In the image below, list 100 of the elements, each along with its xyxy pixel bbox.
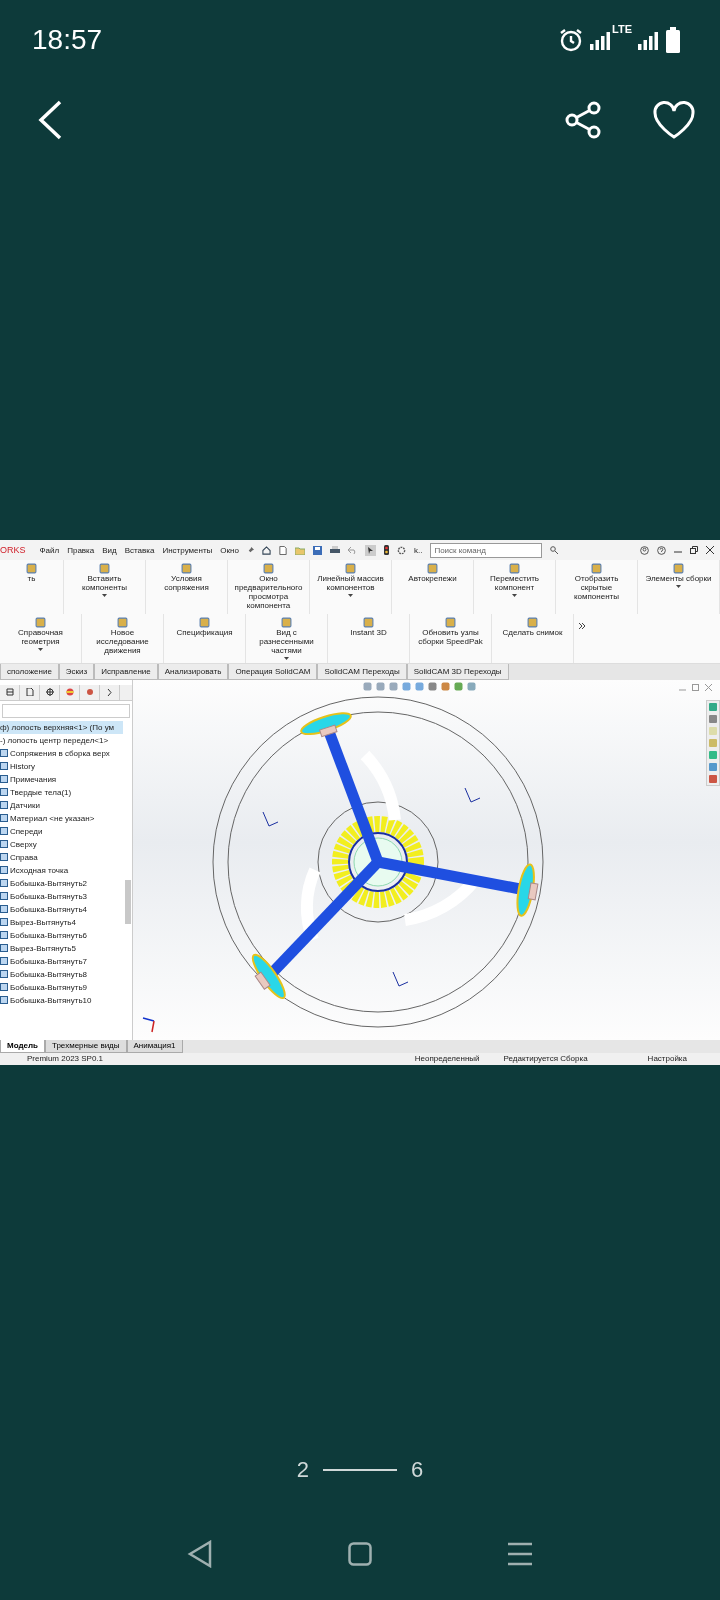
tree-item[interactable]: Твердые тела(1) bbox=[0, 785, 123, 799]
close-icon[interactable] bbox=[706, 546, 714, 554]
ribbon-button[interactable]: Спецификация bbox=[164, 613, 246, 663]
heart-icon[interactable] bbox=[652, 100, 696, 140]
tree-item[interactable]: Справа bbox=[0, 850, 123, 864]
chevron-icon bbox=[107, 688, 112, 696]
ribbon-button[interactable]: Элементы сборки bbox=[638, 560, 720, 614]
document-icon bbox=[25, 688, 34, 697]
print-icon[interactable] bbox=[329, 545, 340, 555]
tree-item[interactable]: History bbox=[0, 759, 123, 773]
tree-item[interactable]: Примечания bbox=[0, 772, 123, 786]
tree-icon bbox=[5, 688, 14, 697]
tool-icon bbox=[427, 563, 438, 574]
undo-icon[interactable] bbox=[347, 546, 357, 554]
help-icon[interactable] bbox=[657, 545, 666, 555]
ribbon-button[interactable]: Окно предварительного просмотра компонента bbox=[228, 560, 310, 614]
tree-item[interactable]: -) лопость центр передел<1> bbox=[0, 733, 123, 747]
ribbon-button[interactable]: Переместить компонент bbox=[474, 560, 556, 614]
ribbon-button[interactable]: Справочная геометрия bbox=[0, 613, 82, 663]
search-icon[interactable] bbox=[550, 546, 559, 554]
tool-icon bbox=[445, 616, 456, 628]
tool-icon bbox=[509, 563, 520, 574]
tree-item[interactable]: Бобышка-Вытянуть9 bbox=[0, 980, 123, 994]
ribbon-button[interactable]: Новое исследование движения bbox=[82, 613, 164, 663]
ribbon-button[interactable]: Вставить компоненты bbox=[64, 560, 146, 614]
menu-item[interactable]: Инструменты bbox=[162, 545, 213, 555]
tree-item[interactable]: Датчики bbox=[0, 798, 123, 812]
status-text: Редактируется Сборка bbox=[503, 1054, 588, 1064]
search-field[interactable]: Поиск команд bbox=[430, 542, 543, 558]
caret-icon bbox=[284, 656, 289, 660]
open-folder-icon[interactable] bbox=[294, 545, 305, 555]
tool-icon bbox=[591, 563, 602, 574]
ribbon-button[interactable]: Instant 3D bbox=[328, 613, 410, 663]
traffic-light-icon bbox=[383, 545, 389, 555]
expand-ribbon-icon[interactable] bbox=[578, 621, 586, 630]
tree-item[interactable]: Исходная точка bbox=[0, 863, 123, 877]
menu-item[interactable]: Вставка bbox=[124, 545, 155, 555]
tree-item[interactable]: Вырез-Вытянуть5 bbox=[0, 941, 123, 955]
tool-icon bbox=[199, 616, 210, 628]
ribbon-button[interactable]: Линейный массив компонентов bbox=[310, 560, 392, 614]
back-nav-icon[interactable] bbox=[187, 1540, 214, 1568]
tree-item[interactable]: Спереди bbox=[0, 824, 123, 838]
tree-item[interactable]: Сопряжения в сборка верх bbox=[0, 746, 123, 760]
tree-item[interactable]: Бобышка-Вытянуть7 bbox=[0, 954, 123, 968]
app-logo-text: ORKS bbox=[0, 545, 26, 555]
tool-icon bbox=[345, 563, 356, 574]
menu-item[interactable]: Вид bbox=[102, 545, 117, 555]
user-icon[interactable] bbox=[640, 545, 649, 555]
pin-icon bbox=[246, 546, 254, 554]
caret-icon bbox=[38, 647, 43, 651]
tree-item[interactable]: Сверху bbox=[0, 837, 123, 851]
ribbon-button[interactable]: Вид с разнесенными частями bbox=[246, 613, 328, 663]
menu-icon[interactable] bbox=[506, 1542, 533, 1566]
tree-item[interactable]: Бобышка-Вытянуть4 bbox=[0, 902, 123, 916]
ribbon-button[interactable]: Отобразить скрытые компоненты bbox=[556, 560, 638, 614]
tool-icon bbox=[363, 616, 374, 628]
signal-icon bbox=[638, 30, 660, 50]
back-button[interactable] bbox=[36, 99, 64, 141]
new-document-icon[interactable] bbox=[278, 545, 287, 555]
ribbon-button[interactable]: Обновить узлы сборки SpeedPak bbox=[410, 613, 492, 663]
tool-icon bbox=[117, 616, 128, 628]
ribbon-button[interactable]: Условия сопряжения bbox=[146, 560, 228, 614]
restore-icon[interactable] bbox=[690, 546, 698, 554]
tool-icon bbox=[99, 563, 110, 574]
tool-icon bbox=[26, 563, 37, 574]
caret-icon bbox=[512, 593, 517, 597]
tree-item[interactable]: Бобышка-Вытянуть3 bbox=[0, 889, 123, 903]
tree-item[interactable]: Бобышка-Вытянуть2 bbox=[0, 876, 123, 890]
tree-item[interactable]: Материал <не указан> bbox=[0, 811, 123, 825]
menu-item[interactable]: Правка bbox=[67, 545, 95, 555]
caret-icon bbox=[676, 584, 681, 588]
axis-marker-icon bbox=[392, 971, 409, 987]
home-nav-icon[interactable] bbox=[348, 1542, 372, 1566]
axis-marker-icon bbox=[464, 787, 481, 803]
status-text: Неопределенный bbox=[414, 1054, 480, 1064]
tree-item[interactable]: ф) лопость верхняя<1> (По ум bbox=[0, 720, 123, 734]
caret-icon bbox=[348, 593, 353, 597]
tool-icon bbox=[281, 616, 292, 628]
filter-field[interactable] bbox=[2, 703, 130, 718]
caret-icon bbox=[102, 593, 107, 597]
pointer-icon[interactable] bbox=[364, 544, 376, 556]
settings-icon[interactable] bbox=[396, 545, 406, 555]
tree-item[interactable]: Бобышка-Вытянуть6 bbox=[0, 928, 123, 942]
tree-item[interactable]: Вырез-Вытянуть4 bbox=[0, 915, 123, 929]
ribbon-button[interactable]: Сделать снимок bbox=[492, 613, 574, 663]
page-number: 6 bbox=[411, 1457, 424, 1483]
save-icon[interactable] bbox=[312, 545, 322, 555]
network-type: LTE bbox=[612, 23, 632, 35]
menu-item[interactable]: Файл bbox=[39, 545, 60, 555]
tree-item[interactable]: Бобышка-Вытянуть8 bbox=[0, 967, 123, 981]
tree-item[interactable]: Бобышка-Вытянуть10 bbox=[0, 993, 123, 1007]
page-number: 2 bbox=[296, 1457, 309, 1483]
tool-icon bbox=[35, 616, 46, 628]
ribbon-button[interactable]: ть bbox=[0, 560, 64, 614]
status-text: Настройка bbox=[647, 1054, 687, 1064]
toolbar-overflow-text: k.. bbox=[413, 545, 423, 555]
menu-item[interactable]: Окно bbox=[220, 545, 239, 555]
ribbon-button[interactable]: Автокрепежи bbox=[392, 560, 474, 614]
status-text: Premium 2023 SP0.1 bbox=[27, 1054, 104, 1064]
clock-time: 18:57 bbox=[32, 24, 103, 56]
